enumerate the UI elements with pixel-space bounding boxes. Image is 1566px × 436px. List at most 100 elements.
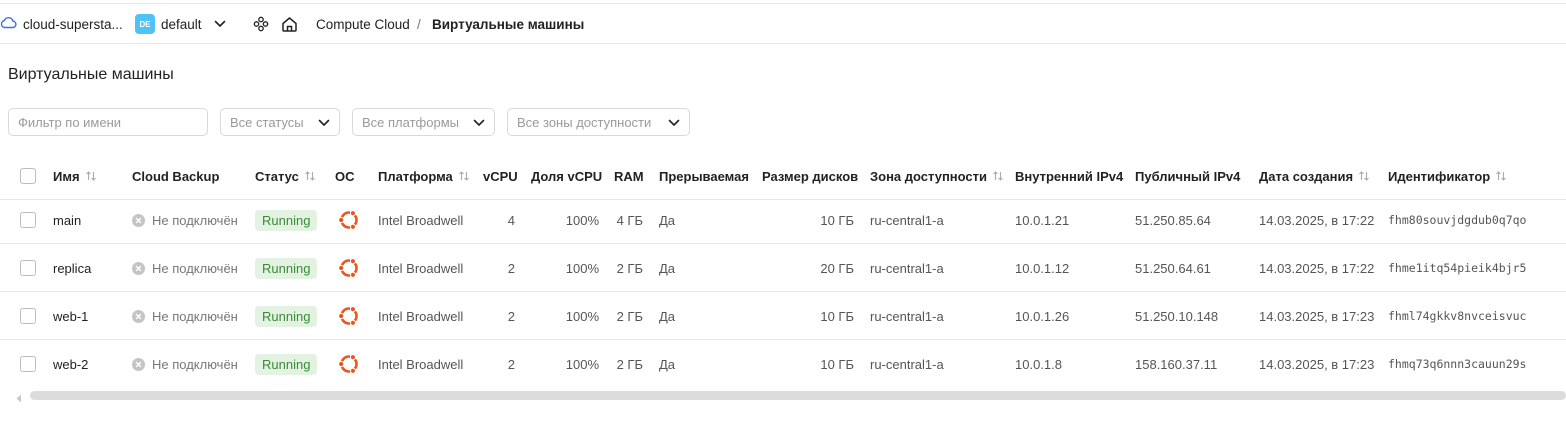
folder-badge: DE bbox=[135, 14, 155, 34]
row-checkbox[interactable] bbox=[20, 356, 36, 372]
column-header-label: RAM bbox=[614, 168, 644, 184]
column-header-zone[interactable]: Зона доступности bbox=[870, 152, 1004, 200]
vcpu-share: 100% bbox=[565, 308, 599, 324]
page-title: Виртуальные машины bbox=[8, 66, 174, 83]
platform-filter-select[interactable]: Все платформы bbox=[352, 108, 495, 136]
vm-name[interactable]: web-2 bbox=[53, 340, 88, 388]
cloud-name: cloud-supersta... bbox=[23, 16, 123, 32]
backup-status: Не подключён bbox=[152, 356, 238, 372]
table-row[interactable]: replica Не подключён Running Intel Broad… bbox=[0, 244, 1566, 292]
column-header-label: Статус bbox=[255, 168, 299, 184]
vm-name[interactable]: main bbox=[53, 196, 81, 244]
column-header-public-ip: Публичный IPv4 bbox=[1135, 152, 1240, 200]
table-row[interactable]: main Не подключён Running Intel Broadwel… bbox=[0, 196, 1566, 244]
platform: Intel Broadwell bbox=[378, 356, 464, 372]
column-header-label: ОС bbox=[335, 168, 355, 184]
sort-icon[interactable] bbox=[458, 170, 470, 182]
table-row[interactable]: web-1 Не подключён Running Intel Broadwe… bbox=[0, 292, 1566, 340]
backup-cell: Не подключён bbox=[132, 292, 238, 340]
sort-icon[interactable] bbox=[1358, 170, 1370, 182]
home-icon[interactable] bbox=[281, 4, 298, 44]
row-checkbox[interactable] bbox=[20, 308, 36, 324]
column-header-label: Внутренний IPv4 bbox=[1015, 168, 1124, 184]
zone: ru-central1-a bbox=[870, 260, 944, 276]
row-select-cell bbox=[20, 340, 36, 388]
column-header-label: Доля vCPU bbox=[531, 168, 603, 184]
column-header-label: Cloud Backup bbox=[132, 168, 220, 184]
vcpu-share: 100% bbox=[565, 212, 599, 228]
folder-selector[interactable]: DE default bbox=[135, 4, 226, 44]
status-filter-select[interactable]: Все статусы bbox=[220, 108, 340, 136]
sort-icon[interactable] bbox=[992, 170, 1004, 182]
cloud-icon bbox=[0, 16, 17, 32]
zone: ru-central1-a bbox=[870, 308, 944, 324]
sort-icon[interactable] bbox=[1495, 170, 1507, 182]
column-header-preemptible: Прерываемая bbox=[659, 152, 749, 200]
ubuntu-icon bbox=[337, 292, 361, 340]
vm-id: fhmq73q6nnn3cauun29s bbox=[1388, 357, 1527, 371]
created-date: 14.03.2025, в 17:22 bbox=[1259, 212, 1375, 228]
row-checkbox[interactable] bbox=[20, 212, 36, 228]
vm-name[interactable]: web-1 bbox=[53, 292, 88, 340]
ram: 2 ГБ bbox=[616, 260, 643, 276]
status-badge: Running bbox=[255, 257, 318, 279]
column-header-platform[interactable]: Платформа bbox=[378, 152, 470, 200]
column-header-id[interactable]: Идентификатор bbox=[1388, 152, 1507, 200]
table-row[interactable]: web-2 Не подключён Running Intel Broadwe… bbox=[0, 340, 1566, 388]
backup-cell: Не подключён bbox=[132, 196, 238, 244]
zone-filter-value: Все зоны доступности bbox=[517, 114, 652, 130]
services-icon[interactable] bbox=[253, 4, 269, 44]
breadcrumb-separator: / bbox=[417, 16, 421, 32]
column-header-created[interactable]: Дата создания bbox=[1259, 152, 1370, 200]
backup-cell: Не подключён bbox=[132, 244, 238, 292]
not-connected-icon bbox=[132, 309, 145, 323]
select-all-checkbox[interactable] bbox=[20, 168, 36, 184]
column-header-vcpu-share: Доля vCPU bbox=[531, 152, 602, 200]
internal-ip: 10.0.1.8 bbox=[1015, 356, 1062, 372]
vcpu: 2 bbox=[507, 308, 515, 324]
platform: Intel Broadwell bbox=[378, 260, 464, 276]
table-header-row: Имя Cloud Backup Статус ОС Платформа vCP… bbox=[0, 152, 1566, 200]
top-header: cloud-supersta... DE default Compute Clo… bbox=[0, 4, 1566, 44]
breadcrumb-compute-cloud[interactable]: Compute Cloud bbox=[316, 4, 410, 44]
column-header-ram: RAM bbox=[614, 152, 644, 200]
status-badge: Running bbox=[255, 305, 318, 327]
status-filter-value: Все статусы bbox=[230, 114, 304, 130]
zone-filter-select[interactable]: Все зоны доступности bbox=[507, 108, 690, 136]
chevron-down-icon bbox=[473, 115, 485, 130]
column-header-disk-size: Размер дисков bbox=[762, 152, 858, 200]
disk-size: 10 ГБ bbox=[820, 308, 854, 324]
row-select-cell bbox=[20, 292, 36, 340]
column-header-name[interactable]: Имя bbox=[53, 152, 97, 200]
horizontal-scrollbar[interactable] bbox=[30, 391, 1566, 400]
zone: ru-central1-a bbox=[870, 356, 944, 372]
vm-id: fhme1itq54pieik4bjr5 bbox=[1388, 261, 1527, 275]
platform: Intel Broadwell bbox=[378, 308, 464, 324]
cloud-selector[interactable]: cloud-supersta... bbox=[0, 4, 123, 44]
internal-ip: 10.0.1.12 bbox=[1015, 260, 1070, 276]
column-header-status[interactable]: Статус bbox=[255, 152, 316, 200]
ubuntu-icon bbox=[337, 244, 361, 292]
status-badge: Running bbox=[255, 353, 318, 375]
column-header-label: Платформа bbox=[378, 168, 453, 184]
chevron-down-icon bbox=[214, 20, 226, 28]
preemptible: Да bbox=[659, 308, 676, 324]
column-header-cloud-backup: Cloud Backup bbox=[132, 152, 219, 200]
select-all-cell bbox=[20, 152, 36, 200]
column-header-label: Идентификатор bbox=[1388, 168, 1491, 184]
scroll-left-arrow-icon[interactable] bbox=[15, 391, 23, 406]
disk-size: 10 ГБ bbox=[820, 356, 854, 372]
column-header-internal-ip: Внутренний IPv4 bbox=[1015, 152, 1123, 200]
vcpu: 2 bbox=[507, 356, 515, 372]
internal-ip: 10.0.1.26 bbox=[1015, 308, 1070, 324]
disk-size: 20 ГБ bbox=[820, 260, 854, 276]
row-checkbox[interactable] bbox=[20, 260, 36, 276]
public-ip: 51.250.10.148 bbox=[1135, 308, 1219, 324]
created-date: 14.03.2025, в 17:23 bbox=[1259, 308, 1375, 324]
sort-icon[interactable] bbox=[304, 170, 316, 182]
status-badge: Running bbox=[255, 209, 318, 231]
name-filter-input[interactable] bbox=[8, 108, 208, 136]
ram: 2 ГБ bbox=[616, 356, 643, 372]
vm-name[interactable]: replica bbox=[53, 244, 91, 292]
sort-icon[interactable] bbox=[85, 170, 97, 182]
